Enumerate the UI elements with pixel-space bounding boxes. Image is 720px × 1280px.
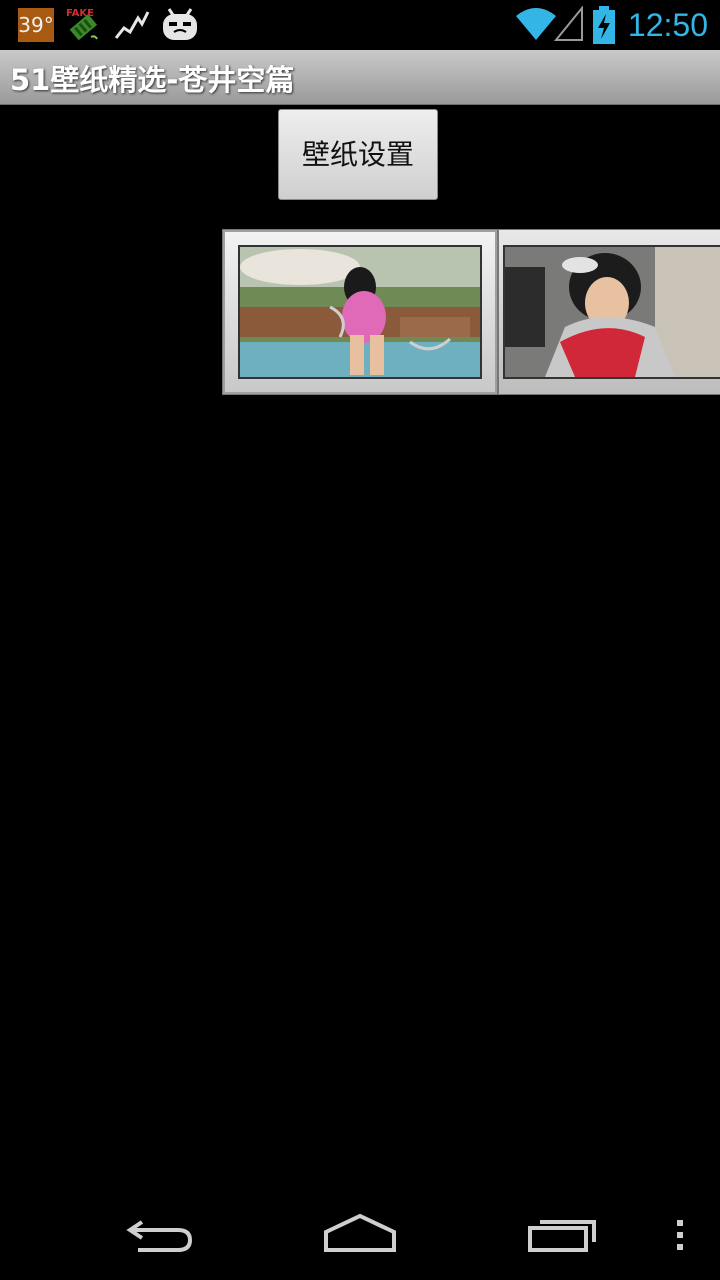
wallpaper-gallery[interactable]	[222, 229, 720, 397]
status-bar: 39° FAKE 12:50	[0, 0, 720, 50]
gallery-thumbnail-1	[238, 245, 482, 379]
gallery-item-1[interactable]	[222, 229, 498, 395]
battery-charging-icon	[593, 6, 615, 44]
thumbnail-photo-pool	[240, 247, 480, 377]
recent-apps-icon[interactable]	[524, 1204, 604, 1260]
thumbnail-photo-studio	[505, 247, 720, 377]
wifi-icon	[516, 8, 556, 40]
set-wallpaper-button[interactable]: 壁纸设置	[278, 109, 438, 200]
clock: 12:50	[627, 7, 708, 43]
screen: 39° FAKE 12:50 51壁纸精选-苍井空篇 壁纸设置	[0, 0, 720, 1280]
cyanogen-mascot-icon	[163, 8, 197, 40]
back-icon[interactable]	[120, 1204, 200, 1260]
navigation-bar	[0, 1184, 720, 1280]
fake-gps-icon: FAKE	[66, 8, 98, 41]
app-title: 51壁纸精选-苍井空篇	[10, 63, 295, 97]
svg-text:FAKE: FAKE	[66, 8, 94, 19]
temperature-badge: 39°	[18, 8, 54, 42]
home-icon[interactable]	[318, 1204, 402, 1260]
title-bar: 51壁纸精选-苍井空篇	[0, 50, 720, 105]
gallery-item-2[interactable]	[498, 229, 720, 395]
overflow-menu-icon[interactable]	[668, 1204, 692, 1260]
signal-icon	[554, 6, 583, 41]
activity-graph-icon	[114, 11, 150, 39]
gallery-thumbnail-2	[503, 245, 720, 379]
